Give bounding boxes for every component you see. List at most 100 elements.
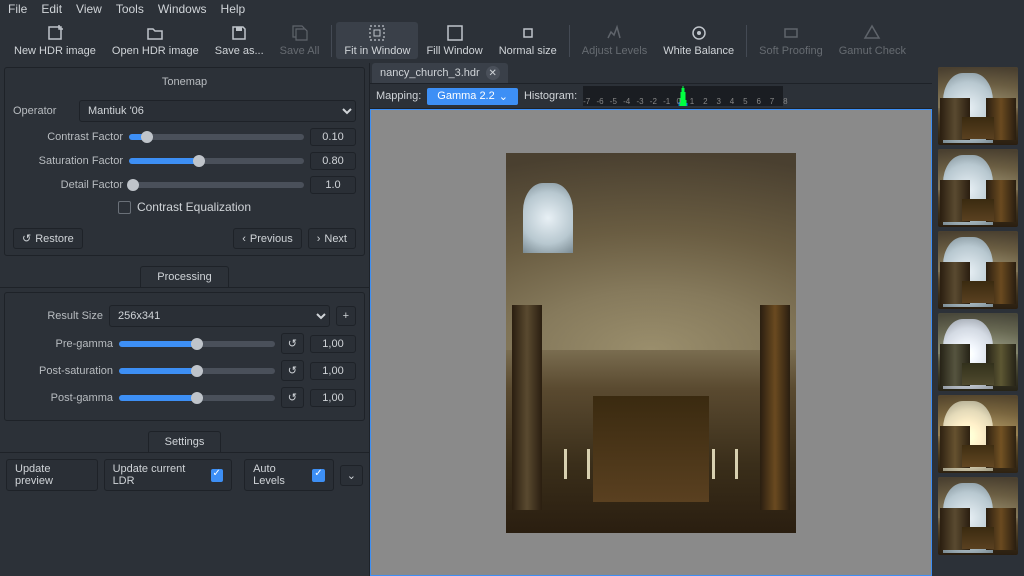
post-saturation-label: Post-saturation — [13, 365, 113, 377]
toolbar-label: New HDR image — [14, 45, 96, 57]
toolbar-normal[interactable]: Normal size — [491, 22, 565, 59]
auto-levels-button[interactable]: Auto Levels — [244, 459, 334, 491]
auto-levels-dropdown[interactable]: ⌄ — [340, 465, 363, 486]
histogram-tick: 8 — [783, 97, 787, 106]
toolbar-label: Fill Window — [426, 45, 482, 57]
thumbnail-3[interactable] — [938, 313, 1018, 391]
menu-tools[interactable]: Tools — [116, 2, 144, 16]
restore-button[interactable]: ↺ Restore — [13, 228, 83, 249]
update-ldr-button[interactable]: Update current LDR — [104, 459, 233, 491]
toolbar-divider — [746, 25, 747, 57]
histogram-tick: 6 — [756, 97, 760, 106]
histogram-tick: -7 — [583, 97, 590, 106]
close-tab-icon[interactable]: ✕ — [486, 66, 500, 80]
toolbar-label: Fit in Window — [344, 45, 410, 57]
histogram-tick: -6 — [596, 97, 603, 106]
thumbnail-4[interactable] — [938, 395, 1018, 473]
histogram-tick: -4 — [623, 97, 630, 106]
result-size-select[interactable]: 256x341 — [109, 305, 330, 327]
histogram-tick: -3 — [636, 97, 643, 106]
thumbnail-1[interactable] — [938, 149, 1018, 227]
toolbar-open[interactable]: Open HDR image — [104, 22, 207, 59]
histogram-label: Histogram: — [524, 90, 577, 102]
menu-file[interactable]: File — [8, 2, 27, 16]
menubar: File Edit View Tools Windows Help — [0, 0, 1024, 18]
processing-tab[interactable]: Processing — [140, 266, 228, 287]
contrast-eq-checkbox[interactable] — [118, 201, 131, 214]
histogram-tick: 0 — [676, 97, 680, 106]
operator-select[interactable]: Mantiuk '06 — [79, 100, 356, 122]
post-saturation-value[interactable]: 1,00 — [310, 362, 356, 380]
toolbar-label: Soft Proofing — [759, 45, 823, 57]
detail-factor-value[interactable]: 1.0 — [310, 176, 356, 194]
post-gamma-label: Post-gamma — [13, 392, 113, 404]
update-preview-button[interactable]: Update preview — [6, 459, 98, 491]
menu-edit[interactable]: Edit — [41, 2, 62, 16]
hdr-image — [506, 153, 796, 533]
settings-tab[interactable]: Settings — [148, 431, 222, 452]
processing-tab-strip: Processing — [0, 266, 369, 288]
auto-levels-checkbox[interactable] — [312, 469, 325, 482]
pre-gamma-reset[interactable]: ↺ — [281, 333, 304, 354]
toolbar-fit[interactable]: Fit in Window — [336, 22, 418, 59]
toolbar-label: Save All — [280, 45, 320, 57]
contrast-eq-label: Contrast Equalization — [137, 200, 251, 214]
histogram-tick: 1 — [690, 97, 694, 106]
toolbar-divider — [569, 25, 570, 57]
add-size-button[interactable]: + — [336, 306, 356, 326]
thumbnail-5[interactable] — [938, 477, 1018, 555]
result-size-label: Result Size — [13, 310, 103, 322]
toolbar-levels: Adjust Levels — [574, 22, 655, 59]
mapping-select[interactable]: Gamma 2.2⌄ — [427, 88, 518, 105]
histogram-tick: 4 — [730, 97, 734, 106]
operator-label: Operator — [13, 105, 73, 117]
thumbnail-0[interactable] — [938, 67, 1018, 145]
detail-factor-slider[interactable] — [129, 182, 304, 188]
pre-gamma-slider[interactable] — [119, 341, 275, 347]
post-gamma-reset[interactable]: ↺ — [281, 387, 304, 408]
previous-button[interactable]: ‹ Previous — [233, 228, 301, 249]
post-saturation-slider[interactable] — [119, 368, 275, 374]
toolbar-fill[interactable]: Fill Window — [418, 22, 490, 59]
saturation-factor-slider[interactable] — [129, 158, 304, 164]
toolbar-label: Save as... — [215, 45, 264, 57]
menu-view[interactable]: View — [76, 2, 102, 16]
histogram-tick: 5 — [743, 97, 747, 106]
menu-windows[interactable]: Windows — [158, 2, 207, 16]
post-saturation-reset[interactable]: ↺ — [281, 360, 304, 381]
pre-gamma-value[interactable]: 1,00 — [310, 335, 356, 353]
contrast-factor-slider[interactable] — [129, 134, 304, 140]
file-tab[interactable]: nancy_church_3.hdr ✕ — [372, 63, 508, 83]
histogram[interactable]: -7-6-5-4-3-2-1012345678 — [583, 86, 783, 106]
canvas-area: nancy_church_3.hdr ✕ Mapping: Gamma 2.2⌄… — [370, 63, 932, 576]
toolbar-save[interactable]: Save as... — [207, 22, 272, 59]
toolbar-label: White Balance — [663, 45, 734, 57]
tonemap-panel: Tonemap Operator Mantiuk '06 Contrast Fa… — [4, 67, 365, 256]
thumbnail-panel — [932, 63, 1024, 576]
post-gamma-value[interactable]: 1,00 — [310, 389, 356, 407]
toolbar-saveall: Save All — [272, 22, 328, 59]
action-row: Update preview Update current LDR Auto L… — [6, 459, 363, 491]
processing-panel: Result Size 256x341 + Pre-gamma ↺ 1,00 P… — [4, 292, 365, 421]
histogram-tick: -5 — [610, 97, 617, 106]
thumbnail-2[interactable] — [938, 231, 1018, 309]
saturation-factor-label: Saturation Factor — [13, 155, 123, 167]
update-ldr-checkbox[interactable] — [211, 469, 224, 482]
histogram-tick: 2 — [703, 97, 707, 106]
contrast-factor-label: Contrast Factor — [13, 131, 123, 143]
toolbar-label: Normal size — [499, 45, 557, 57]
pre-gamma-label: Pre-gamma — [13, 338, 113, 350]
toolbar-label: Gamut Check — [839, 45, 906, 57]
toolbar-wb[interactable]: White Balance — [655, 22, 742, 59]
histogram-tick: 7 — [770, 97, 774, 106]
menu-help[interactable]: Help — [221, 2, 246, 16]
toolbar-new[interactable]: New HDR image — [6, 22, 104, 59]
post-gamma-slider[interactable] — [119, 395, 275, 401]
tonemap-title: Tonemap — [13, 74, 356, 94]
next-button[interactable]: › Next — [308, 228, 356, 249]
toolbar-label: Adjust Levels — [582, 45, 647, 57]
saturation-factor-value[interactable]: 0.80 — [310, 152, 356, 170]
main-toolbar: New HDR image Open HDR image Save as... Sav… — [0, 18, 1024, 63]
contrast-factor-value[interactable]: 0.10 — [310, 128, 356, 146]
image-viewport[interactable] — [370, 109, 932, 576]
